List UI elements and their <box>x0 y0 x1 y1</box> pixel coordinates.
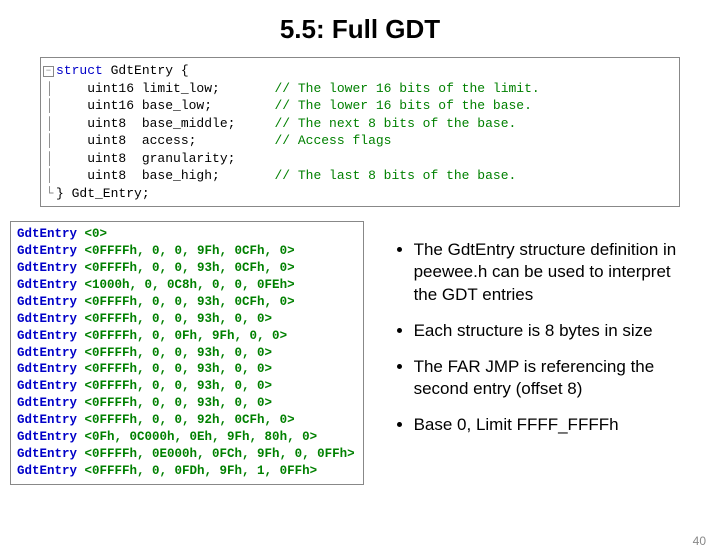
gdt-entry-line: GdtEntry <0FFFFh, 0, 0FDh, 9Fh, 1, 0FFh> <box>17 463 355 480</box>
struct-open-text: GdtEntry { <box>111 63 189 78</box>
field-decl: uint16 base_low; <box>87 98 274 113</box>
entry-values: <0FFFFh, 0, 0, 93h, 0, 0> <box>85 379 273 393</box>
struct-code-block: −struct GdtEntry { │ uint16 limit_low; /… <box>40 57 680 207</box>
entry-values: <0> <box>85 227 108 241</box>
struct-close: } Gdt_Entry; <box>56 186 150 201</box>
entry-values: <0FFFFh, 0, 0, 93h, 0CFh, 0> <box>85 261 295 275</box>
bullet-item: The FAR JMP is referencing the second en… <box>414 356 686 400</box>
field-decl: uint8 base_high; <box>87 168 274 183</box>
struct-field-line: │ uint8 granularity; <box>43 150 673 168</box>
entry-type-name: GdtEntry <box>17 413 77 427</box>
field-decl: uint8 base_middle; <box>87 116 274 131</box>
struct-field-line: │ uint8 access; // Access flags <box>43 132 673 150</box>
entry-type-name: GdtEntry <box>17 447 77 461</box>
entry-type-name: GdtEntry <box>17 278 77 292</box>
entry-values: <0FFFFh, 0, 0, 93h, 0CFh, 0> <box>85 295 295 309</box>
gdt-entry-line: GdtEntry <1000h, 0, 0C8h, 0, 0, 0FEh> <box>17 277 355 294</box>
entry-type-name: GdtEntry <box>17 396 77 410</box>
struct-field-line: │ uint16 limit_low; // The lower 16 bits… <box>43 80 673 98</box>
fold-minus-icon: − <box>43 66 54 77</box>
gdt-entry-line: GdtEntry <0FFFFh, 0, 0, 93h, 0, 0> <box>17 395 355 412</box>
bullet-item: The GdtEntry structure definition in pee… <box>414 239 686 305</box>
struct-field-line: │ uint8 base_middle; // The next 8 bits … <box>43 115 673 133</box>
entry-type-name: GdtEntry <box>17 312 77 326</box>
bullets-panel: The GdtEntry structure definition in pee… <box>364 221 710 484</box>
entry-type-name: GdtEntry <box>17 464 77 478</box>
gdt-entry-line: GdtEntry <0FFFFh, 0, 0, 93h, 0, 0> <box>17 345 355 362</box>
entry-values: <0FFFFh, 0, 0, 93h, 0, 0> <box>85 312 273 326</box>
entry-values: <1000h, 0, 0C8h, 0, 0, 0FEh> <box>85 278 295 292</box>
entry-type-name: GdtEntry <box>17 430 77 444</box>
field-decl: uint8 granularity; <box>87 151 274 166</box>
field-comment: // The next 8 bits of the base. <box>274 116 516 131</box>
entry-type-name: GdtEntry <box>17 379 77 393</box>
field-comment: // The last 8 bits of the base. <box>274 168 516 183</box>
gdt-entries-block: GdtEntry <0>GdtEntry <0FFFFh, 0, 0, 9Fh,… <box>10 221 364 484</box>
entry-values: <0FFFFh, 0, 0, 92h, 0CFh, 0> <box>85 413 295 427</box>
struct-keyword: struct <box>56 63 103 78</box>
entry-values: <0FFFFh, 0E000h, 0FCh, 9Fh, 0, 0FFh> <box>85 447 355 461</box>
gdt-entry-line: GdtEntry <0FFFFh, 0, 0, 93h, 0, 0> <box>17 361 355 378</box>
entry-type-name: GdtEntry <box>17 261 77 275</box>
entry-values: <0FFFFh, 0, 0, 9Fh, 0CFh, 0> <box>85 244 295 258</box>
gdt-entry-line: GdtEntry <0FFFFh, 0, 0, 93h, 0CFh, 0> <box>17 260 355 277</box>
bullet-item: Each structure is 8 bytes in size <box>414 320 686 342</box>
gdt-entry-line: GdtEntry <0FFFFh, 0, 0, 93h, 0, 0> <box>17 378 355 395</box>
gdt-entry-line: GdtEntry <0> <box>17 226 355 243</box>
field-decl: uint16 limit_low; <box>87 81 274 96</box>
entry-values: <0FFFFh, 0, 0, 93h, 0, 0> <box>85 346 273 360</box>
gdt-entry-line: GdtEntry <0FFFFh, 0, 0Fh, 9Fh, 0, 0> <box>17 328 355 345</box>
gdt-entry-line: GdtEntry <0FFFFh, 0, 0, 9Fh, 0CFh, 0> <box>17 243 355 260</box>
entry-type-name: GdtEntry <box>17 362 77 376</box>
bullet-item: Base 0, Limit FFFF_FFFFh <box>414 414 686 436</box>
entry-values: <0Fh, 0C000h, 0Eh, 9Fh, 80h, 0> <box>85 430 318 444</box>
entry-type-name: GdtEntry <box>17 244 77 258</box>
field-decl: uint8 access; <box>87 133 274 148</box>
entry-type-name: GdtEntry <box>17 295 77 309</box>
entry-type-name: GdtEntry <box>17 346 77 360</box>
gdt-entry-line: GdtEntry <0FFFFh, 0, 0, 93h, 0, 0> <box>17 311 355 328</box>
page-number: 40 <box>693 534 706 548</box>
field-comment: // The lower 16 bits of the base. <box>274 98 531 113</box>
entry-values: <0FFFFh, 0, 0, 93h, 0, 0> <box>85 362 273 376</box>
field-comment: // Access flags <box>274 133 391 148</box>
entry-values: <0FFFFh, 0, 0FDh, 9Fh, 1, 0FFh> <box>85 464 318 478</box>
gdt-entry-line: GdtEntry <0Fh, 0C000h, 0Eh, 9Fh, 80h, 0> <box>17 429 355 446</box>
entry-type-name: GdtEntry <box>17 227 77 241</box>
struct-field-line: │ uint16 base_low; // The lower 16 bits … <box>43 97 673 115</box>
page-title: 5.5: Full GDT <box>0 14 720 45</box>
struct-field-line: │ uint8 base_high; // The last 8 bits of… <box>43 167 673 185</box>
entry-values: <0FFFFh, 0, 0Fh, 9Fh, 0, 0> <box>85 329 288 343</box>
gdt-entry-line: GdtEntry <0FFFFh, 0, 0, 92h, 0CFh, 0> <box>17 412 355 429</box>
entry-values: <0FFFFh, 0, 0, 93h, 0, 0> <box>85 396 273 410</box>
field-comment: // The lower 16 bits of the limit. <box>274 81 539 96</box>
gdt-entry-line: GdtEntry <0FFFFh, 0E000h, 0FCh, 9Fh, 0, … <box>17 446 355 463</box>
gdt-entry-line: GdtEntry <0FFFFh, 0, 0, 93h, 0CFh, 0> <box>17 294 355 311</box>
entry-type-name: GdtEntry <box>17 329 77 343</box>
